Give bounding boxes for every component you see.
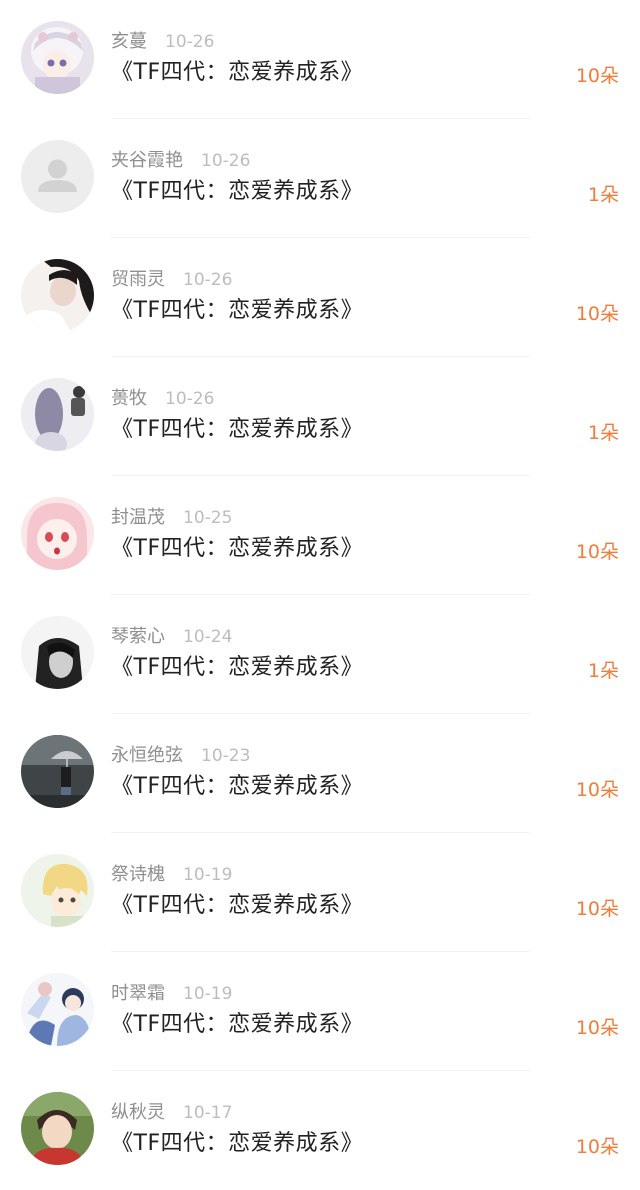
user-name[interactable]: 祭诗槐	[111, 864, 165, 885]
book-title[interactable]: 《TF四代：恋爱养成系》	[111, 1010, 363, 1040]
book-title[interactable]: 《TF四代：恋爱养成系》	[111, 58, 363, 88]
book-title[interactable]: 《TF四代：恋爱养成系》	[111, 415, 363, 445]
flower-count: 10朵	[575, 898, 619, 920]
list-item[interactable]: 蒉牧 10-26 《TF四代：恋爱养成系》 1朵	[0, 357, 640, 476]
user-meta: 琴萦心 10-24	[111, 625, 232, 649]
user-name[interactable]: 纵秋灵	[111, 1102, 165, 1123]
book-title[interactable]: 《TF四代：恋爱养成系》	[111, 534, 363, 564]
gift-date: 10-26	[165, 389, 215, 409]
gift-date: 10-23	[201, 746, 251, 766]
user-meta: 封温茂 10-25	[111, 506, 232, 530]
book-title[interactable]: 《TF四代：恋爱养成系》	[111, 653, 363, 683]
user-meta: 贸雨灵 10-26	[111, 268, 232, 292]
gift-date: 10-24	[183, 627, 233, 647]
gift-date: 10-25	[183, 508, 233, 528]
avatar[interactable]	[21, 854, 94, 927]
couple-drawing-avatar-icon	[21, 973, 94, 1046]
anime-pink-avatar-icon	[21, 497, 94, 570]
list-item[interactable]: 封温茂 10-25 《TF四代：恋爱养成系》 10朵	[0, 476, 640, 595]
user-meta: 蒉牧 10-26	[111, 387, 214, 411]
avatar[interactable]	[21, 1092, 94, 1165]
user-name[interactable]: 贸雨灵	[111, 269, 165, 290]
avatar[interactable]	[21, 735, 94, 808]
flower-count: 1朵	[587, 422, 619, 444]
list-item[interactable]: 贸雨灵 10-26 《TF四代：恋爱养成系》 10朵	[0, 238, 640, 357]
avatar[interactable]	[21, 616, 94, 689]
flower-count: 10朵	[575, 65, 619, 87]
bw-photo-avatar-icon	[21, 616, 94, 689]
user-meta: 纵秋灵 10-17	[111, 1101, 232, 1125]
user-name[interactable]: 蒉牧	[111, 388, 147, 409]
gift-date: 10-19	[183, 984, 233, 1004]
book-title[interactable]: 《TF四代：恋爱养成系》	[111, 891, 363, 921]
list-item[interactable]: 祭诗槐 10-19 《TF四代：恋爱养成系》 10朵	[0, 833, 640, 952]
user-name[interactable]: 夹谷霞艳	[111, 150, 183, 171]
user-name[interactable]: 永恒绝弦	[111, 745, 183, 766]
list-item[interactable]: 夹谷霞艳 10-26 《TF四代：恋爱养成系》 1朵	[0, 119, 640, 238]
book-title[interactable]: 《TF四代：恋爱养成系》	[111, 1129, 363, 1159]
avatar[interactable]	[21, 21, 94, 94]
user-name[interactable]: 时翠霜	[111, 983, 165, 1004]
flower-count: 10朵	[575, 1017, 619, 1039]
flower-count: 1朵	[587, 660, 619, 682]
list-item[interactable]: 时翠霜 10-19 《TF四代：恋爱养成系》 10朵	[0, 952, 640, 1071]
boy-photo-avatar-icon	[21, 1092, 94, 1165]
book-title[interactable]: 《TF四代：恋爱养成系》	[111, 296, 363, 326]
user-meta: 永恒绝弦 10-23	[111, 744, 250, 768]
flower-count: 10朵	[575, 541, 619, 563]
user-meta: 祭诗槐 10-19	[111, 863, 232, 887]
list-item[interactable]: 永恒绝弦 10-23 《TF四代：恋爱养成系》 10朵	[0, 714, 640, 833]
user-meta: 时翠霜 10-19	[111, 982, 232, 1006]
avatar[interactable]	[21, 973, 94, 1046]
flower-count: 1朵	[587, 184, 619, 206]
gift-date: 10-26	[165, 32, 215, 52]
user-name[interactable]: 琴萦心	[111, 626, 165, 647]
avatar[interactable]	[21, 378, 94, 451]
gift-date: 10-26	[201, 151, 251, 171]
anime-white-hair-avatar-icon	[21, 21, 94, 94]
user-name[interactable]: 亥蔓	[111, 31, 147, 52]
user-meta: 亥蔓 10-26	[111, 30, 214, 54]
list-item[interactable]: 亥蔓 10-26 《TF四代：恋爱养成系》 10朵	[0, 0, 640, 119]
avatar[interactable]	[21, 497, 94, 570]
flower-count: 10朵	[575, 779, 619, 801]
gift-date: 10-17	[183, 1103, 233, 1123]
list-item[interactable]: 纵秋灵 10-17 《TF四代：恋爱养成系》 10朵	[0, 1071, 640, 1190]
gift-date: 10-26	[183, 270, 233, 290]
girl-photo-avatar-icon	[21, 259, 94, 332]
list-item[interactable]: 琴萦心 10-24 《TF四代：恋爱养成系》 1朵	[0, 595, 640, 714]
anime-blond-boy-avatar-icon	[21, 854, 94, 927]
book-title[interactable]: 《TF四代：恋爱养成系》	[111, 177, 363, 207]
gift-date: 10-19	[183, 865, 233, 885]
flower-count: 10朵	[575, 303, 619, 325]
user-meta: 夹谷霞艳 10-26	[111, 149, 250, 173]
avatar[interactable]	[21, 259, 94, 332]
flower-gift-list: 亥蔓 10-26 《TF四代：恋爱养成系》 10朵 夹谷霞艳 10-26 《TF四代…	[0, 0, 640, 1172]
flower-count: 10朵	[575, 1136, 619, 1158]
book-title[interactable]: 《TF四代：恋爱养成系》	[111, 772, 363, 802]
user-name[interactable]: 封温茂	[111, 507, 165, 528]
avatar[interactable]	[21, 140, 94, 213]
rain-umbrella-avatar-icon	[21, 735, 94, 808]
default-user-avatar-icon	[21, 140, 94, 213]
purple-hair-avatar-icon	[21, 378, 94, 451]
